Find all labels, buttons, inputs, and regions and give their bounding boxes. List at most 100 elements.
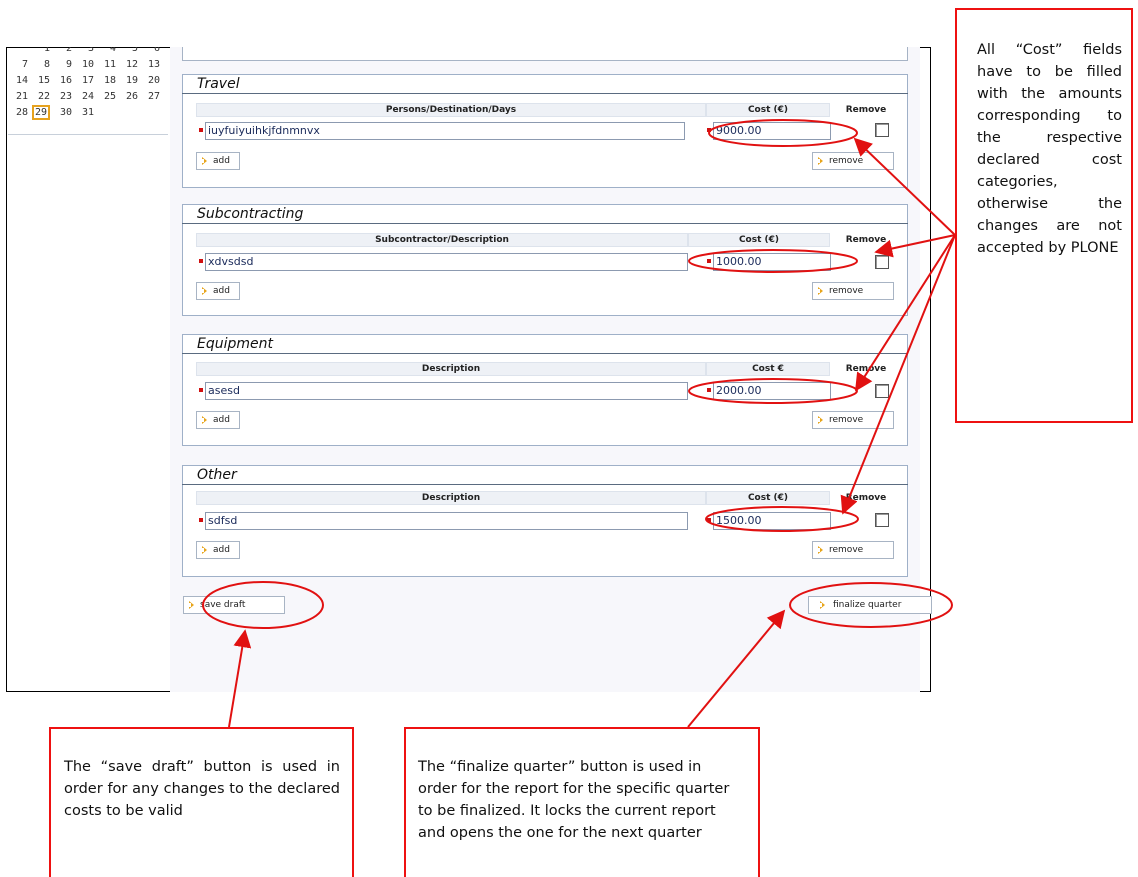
calendar-day[interactable]: 25 <box>96 91 116 102</box>
subcontracting-remove-button[interactable]: remove <box>812 282 894 300</box>
calendar-day[interactable]: 12 <box>118 59 138 70</box>
finalize-quarter-label: finalize quarter <box>833 600 902 610</box>
cost-fields-note: All “Cost” fields have to be filled with… <box>977 42 1122 256</box>
other-add-button[interactable]: add <box>196 541 240 559</box>
calendar-day[interactable]: 10 <box>74 59 94 70</box>
other-remove-label: remove <box>829 545 864 555</box>
subcontracting-description-input[interactable]: xdvsdsd <box>205 253 688 271</box>
calendar-day[interactable]: 5 <box>118 47 138 54</box>
subcontracting-desc-header: Subcontractor/Description <box>375 235 509 245</box>
subcontracting-remove-checkbox[interactable] <box>875 255 889 269</box>
calendar-day[interactable]: 30 <box>52 107 72 118</box>
travel-cost-header: Cost (€) <box>747 105 789 115</box>
equipment-remove-button[interactable]: remove <box>812 411 894 429</box>
travel-desc-header: Persons/Destination/Days <box>385 105 517 115</box>
arrow-icon <box>820 601 826 609</box>
travel-add-label: add <box>213 156 230 166</box>
equipment-remove-checkbox[interactable] <box>875 384 889 398</box>
calendar-day[interactable]: 31 <box>74 107 94 118</box>
subcontracting-cost-header: Cost (€) <box>738 235 780 245</box>
required-marker <box>199 128 203 132</box>
calendar-week-row: 14 15 16 17 18 19 20 <box>8 75 168 91</box>
other-title: Other <box>193 467 243 483</box>
calendar-day[interactable]: 16 <box>52 75 72 86</box>
calendar-day[interactable]: 17 <box>74 75 94 86</box>
calendar-day[interactable]: 11 <box>96 59 116 70</box>
subcontracting-add-button[interactable]: add <box>196 282 240 300</box>
calendar: 1 2 3 4 5 6 7 8 9 10 11 12 13 14 15 16 17 18 19 20 21 22 23 24 2… <box>8 47 170 135</box>
required-marker <box>707 259 711 263</box>
other-description-input[interactable]: sdfsd <box>205 512 688 530</box>
other-legend-line <box>182 484 908 485</box>
calendar-day[interactable]: 27 <box>140 91 160 102</box>
finalize-quarter-callout: The “finalize quarter” button is used in… <box>404 727 760 877</box>
calendar-day[interactable]: 18 <box>96 75 116 86</box>
calendar-day[interactable]: 3 <box>74 47 94 54</box>
travel-description-input[interactable]: iuyfuiyuihkjfdnmnvx <box>205 122 685 140</box>
finalize-quarter-note: The “finalize quarter” button is used in… <box>418 759 730 841</box>
equipment-desc-header: Description <box>421 364 481 374</box>
calendar-day[interactable]: 23 <box>52 91 72 102</box>
travel-title: Travel <box>193 76 246 92</box>
calendar-day[interactable]: 20 <box>140 75 160 86</box>
save-draft-note: The “save draft” button is used in order… <box>64 759 340 819</box>
travel-remove-button[interactable]: remove <box>812 152 894 170</box>
equipment-legend-line <box>182 353 908 354</box>
arrow-icon <box>818 416 824 424</box>
calendar-day[interactable]: 1 <box>30 47 50 54</box>
save-draft-button[interactable]: save draft <box>183 596 285 614</box>
calendar-day[interactable]: 4 <box>96 47 116 54</box>
calendar-day[interactable]: 13 <box>140 59 160 70</box>
travel-remove-checkbox[interactable] <box>875 123 889 137</box>
travel-remove-header: Remove <box>845 105 887 115</box>
calendar-day[interactable]: 28 <box>8 107 28 118</box>
previous-section-bottom <box>182 47 908 61</box>
equipment-add-button[interactable]: add <box>196 411 240 429</box>
subcontracting-add-label: add <box>213 286 230 296</box>
other-remove-header: Remove <box>845 493 887 503</box>
calendar-day[interactable]: 9 <box>52 59 72 70</box>
other-remove-checkbox[interactable] <box>875 513 889 527</box>
equipment-description-input[interactable]: asesd <box>205 382 688 400</box>
calendar-day[interactable]: 24 <box>74 91 94 102</box>
save-draft-label: save draft <box>200 600 246 610</box>
calendar-day[interactable]: 8 <box>30 59 50 70</box>
finalize-quarter-button[interactable]: finalize quarter <box>808 596 932 614</box>
subcontracting-remove-header: Remove <box>845 235 887 245</box>
travel-cost-input[interactable]: 9000.00 <box>713 122 831 140</box>
calendar-day[interactable]: 19 <box>118 75 138 86</box>
calendar-day[interactable]: 15 <box>30 75 50 86</box>
equipment-cost-input[interactable]: 2000.00 <box>713 382 831 400</box>
other-add-label: add <box>213 545 230 555</box>
required-marker <box>199 388 203 392</box>
calendar-day[interactable]: 22 <box>30 91 50 102</box>
calendar-day[interactable]: 2 <box>52 47 72 54</box>
save-draft-callout: The “save draft” button is used in order… <box>49 727 354 877</box>
calendar-day-today[interactable]: 29 <box>30 105 50 120</box>
travel-legend-line <box>182 93 908 94</box>
cost-fields-callout: All “Cost” fields have to be filled with… <box>955 8 1133 423</box>
calendar-week-row: 28 29 30 31 <box>8 105 168 123</box>
calendar-day[interactable]: 6 <box>140 47 160 54</box>
required-marker <box>707 388 711 392</box>
other-remove-button[interactable]: remove <box>812 541 894 559</box>
required-marker <box>707 128 711 132</box>
subcontracting-legend-line <box>182 223 908 224</box>
arrow-icon <box>202 546 208 554</box>
required-marker <box>707 518 711 522</box>
calendar-day[interactable]: 26 <box>118 91 138 102</box>
calendar-day[interactable]: 14 <box>8 75 28 86</box>
other-desc-header: Description <box>421 493 481 503</box>
travel-remove-label: remove <box>829 156 864 166</box>
arrow-icon <box>818 287 824 295</box>
subcontracting-cost-input[interactable]: 1000.00 <box>713 253 831 271</box>
arrow-icon <box>818 546 824 554</box>
calendar-day[interactable]: 7 <box>8 59 28 70</box>
other-cost-input[interactable]: 1500.00 <box>713 512 831 530</box>
equipment-add-label: add <box>213 415 230 425</box>
required-marker <box>199 259 203 263</box>
required-marker <box>199 518 203 522</box>
calendar-day[interactable]: 21 <box>8 91 28 102</box>
calendar-divider <box>8 134 168 135</box>
travel-add-button[interactable]: add <box>196 152 240 170</box>
